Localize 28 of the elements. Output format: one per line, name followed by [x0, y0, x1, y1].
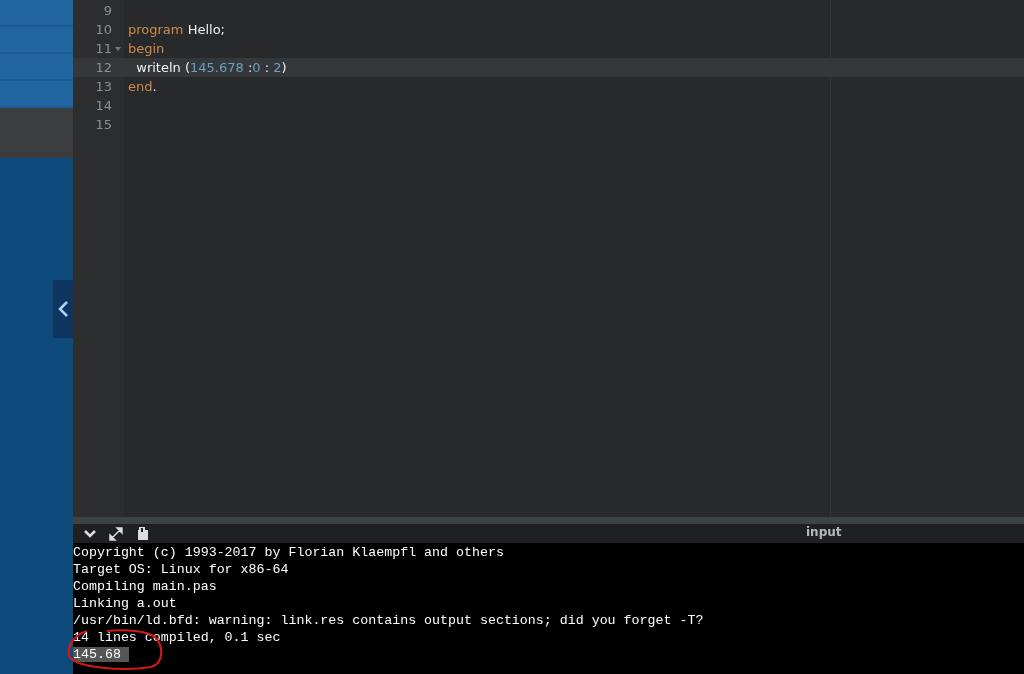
line-number: 15 — [95, 117, 112, 132]
line-number: 14 — [95, 98, 112, 113]
output-line: /usr/bin/ld.bfd: warning: link.res contains output sections; did you forget -T? — [73, 613, 704, 628]
fold-icon[interactable] — [115, 47, 121, 51]
sidebar-item[interactable] — [0, 27, 73, 54]
expand-icon[interactable] — [109, 526, 123, 541]
line-number: 10 — [95, 22, 112, 37]
output-line: Compiling main.pas — [73, 579, 217, 594]
code-line: begin — [128, 41, 165, 56]
line-number: 13 — [95, 79, 112, 94]
line-number: 9 — [103, 3, 112, 18]
output-line: Target OS: Linux for x86-64 — [73, 562, 289, 577]
input-label[interactable]: input — [806, 525, 842, 539]
line-number: 11 — [95, 41, 112, 56]
chevron-down-icon[interactable] — [83, 528, 97, 539]
output-line: Copyright (c) 1993-2017 by Florian Klaempfl and others — [73, 545, 504, 560]
sidebar-item[interactable] — [0, 81, 73, 108]
chevron-left-icon — [57, 300, 69, 318]
code-line: program Hello; — [128, 22, 225, 37]
code-line: end. — [128, 79, 157, 94]
output-line: Linking a.out — [73, 596, 177, 611]
line-number: 12 — [95, 60, 112, 75]
sidebar-item[interactable] — [0, 108, 73, 158]
collapse-button[interactable] — [53, 280, 73, 338]
sidebar-item[interactable] — [0, 0, 73, 27]
sidebar-item[interactable] — [0, 54, 73, 81]
code-line: writeln (145.678 :0 : 2) — [135, 60, 287, 75]
clipboard-icon[interactable] — [135, 526, 149, 541]
